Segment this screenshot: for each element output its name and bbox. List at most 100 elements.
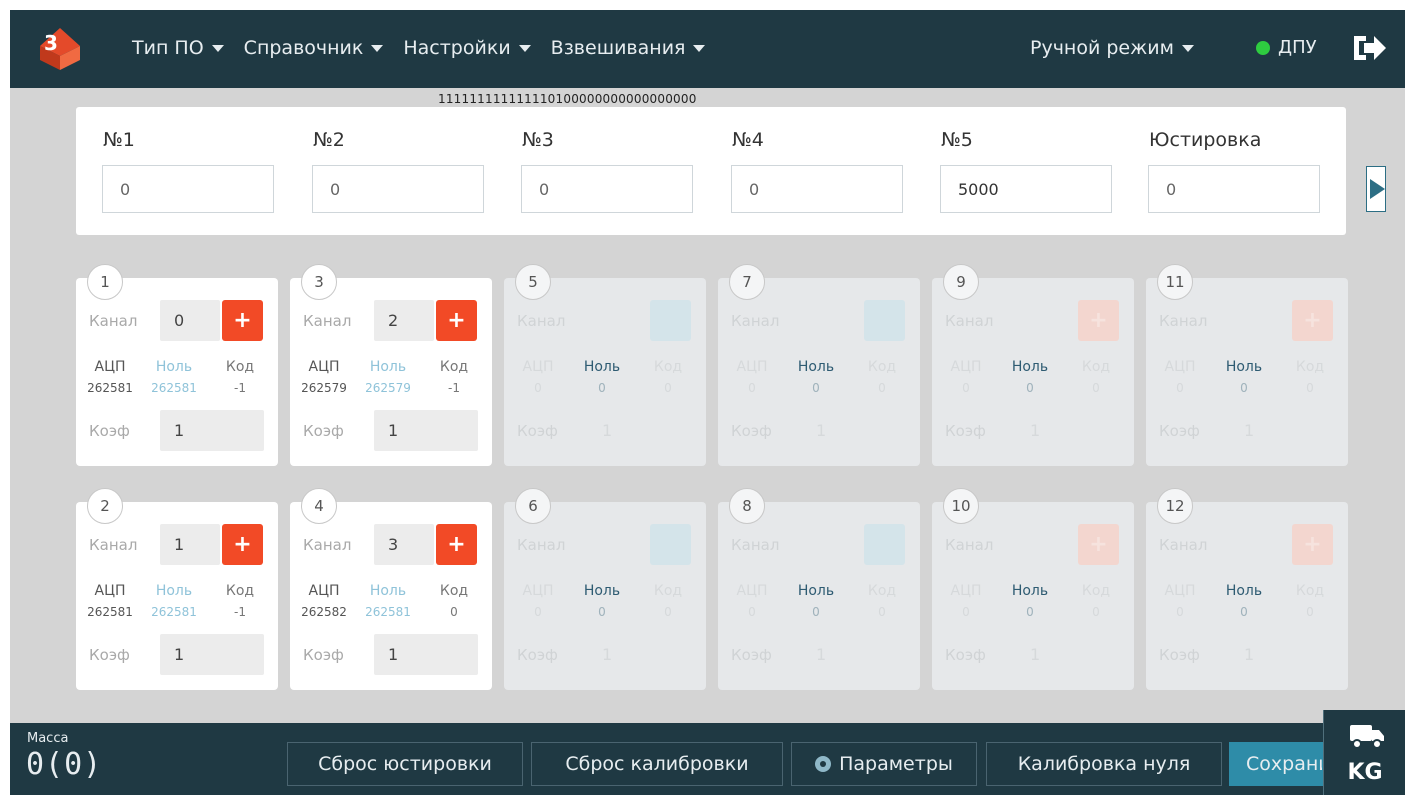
adc-label: АЦП [94, 359, 126, 375]
code-label: Код [867, 359, 897, 375]
adc-value: 0 [1176, 381, 1184, 395]
channel-label: Канал [1159, 536, 1208, 554]
coef-field: 1 [1030, 645, 1041, 664]
adjust-input-1[interactable] [103, 166, 320, 212]
play-icon [1370, 179, 1385, 199]
zero-value: 0 [1026, 381, 1034, 395]
channel-label: Канал [517, 536, 566, 554]
adc-label: АЦП [1164, 359, 1196, 375]
add-channel-button[interactable]: + [1292, 524, 1333, 565]
remove-channel-button[interactable]: – [650, 300, 691, 341]
channel-field[interactable]: 2 [374, 300, 434, 341]
parameters-button[interactable]: Параметры [791, 742, 977, 786]
sensor-card-1: 1 Канал 0 + АЦП 262581 Ноль 262581 Код -1 К… [76, 264, 278, 466]
adjust-label: №5 [941, 129, 973, 151]
code-stat: Код 0 [424, 583, 484, 619]
channel-label: Канал [303, 312, 352, 330]
coef-field: 1 [816, 645, 827, 664]
zero-label: Ноль [369, 583, 407, 599]
channel-field[interactable]: 0 [160, 300, 220, 341]
mass-label: Масса [27, 731, 69, 746]
unit-panel[interactable]: KG [1323, 710, 1405, 795]
code-stat: Код 0 [1280, 359, 1340, 395]
nav-settings[interactable]: Настройки [403, 37, 531, 59]
adc-label: АЦП [94, 583, 126, 599]
adjust-input-3[interactable] [522, 166, 739, 212]
reset-adjustment-button[interactable]: Сброс юстировки [287, 742, 523, 786]
coef-field: 1 [1244, 421, 1255, 440]
nav-software-type[interactable]: Тип ПО [132, 37, 224, 59]
coef-field[interactable]: 1 [160, 410, 264, 451]
adjust-input-2[interactable] [313, 166, 530, 212]
remove-channel-button[interactable]: – [650, 524, 691, 565]
coef-field[interactable]: 1 [374, 410, 478, 451]
channel-field [588, 300, 648, 341]
sensor-card-4: 4 Канал 3 + АЦП 262582 Ноль 262581 Код 0 Ко… [290, 488, 492, 690]
add-channel-button[interactable]: + [222, 300, 263, 341]
add-channel-button[interactable]: + [436, 524, 477, 565]
sensor-number-badge: 5 [515, 264, 551, 300]
adc-label: АЦП [950, 359, 982, 375]
logout-icon[interactable] [1350, 30, 1388, 66]
code-stat: Код 0 [638, 583, 698, 619]
code-value: 0 [1306, 605, 1314, 619]
adjust-field [102, 165, 340, 213]
adc-value: 0 [748, 381, 756, 395]
zero-value: 262579 [365, 381, 411, 395]
sensor-card-8: 8 Канал – АЦП 0 Ноль 0 Код 0 Коэф 1 [718, 488, 920, 690]
coef-label: Коэф [89, 422, 130, 440]
zero-calibration-button[interactable]: Калибровка нуля [986, 742, 1222, 786]
nav-weighings-label: Взвешивания [550, 37, 686, 59]
add-channel-button[interactable]: + [1078, 300, 1119, 341]
adc-label: АЦП [736, 583, 768, 599]
coef-label: Коэф [517, 422, 558, 440]
adjust-input-5[interactable] [941, 166, 1158, 212]
add-channel-button[interactable]: + [436, 300, 477, 341]
reset-calibration-button[interactable]: Сброс калибровки [531, 742, 783, 786]
adjust-input-calibration[interactable] [1149, 166, 1366, 212]
footer-bar: Масса 0(0) Сброс юстировки Сброс калибро… [10, 723, 1405, 795]
channel-field[interactable]: 1 [160, 524, 220, 565]
adjust-label: №3 [522, 129, 554, 151]
adc-stat: АЦП 0 [1150, 359, 1210, 395]
channel-field [1230, 300, 1290, 341]
coef-field[interactable]: 1 [374, 634, 478, 675]
adjust-field [940, 165, 1178, 213]
add-channel-button[interactable]: + [1078, 524, 1119, 565]
coef-field[interactable]: 1 [160, 634, 264, 675]
code-value: 0 [878, 605, 886, 619]
add-channel-button[interactable]: + [222, 524, 263, 565]
zero-stat: Ноль 0 [1214, 583, 1274, 619]
sensor-number-badge: 10 [943, 488, 979, 524]
code-stat: Код 0 [852, 583, 912, 619]
zero-label: Ноль [1011, 583, 1049, 599]
svg-text:3: 3 [44, 31, 58, 55]
adjust-field [521, 165, 759, 213]
sensor-card-11: 11 Канал + АЦП 0 Ноль 0 Код 0 Коэф 1 [1146, 264, 1348, 466]
sensor-card-7: 7 Канал – АЦП 0 Ноль 0 Код 0 Коэф 1 [718, 264, 920, 466]
coef-label: Коэф [303, 646, 344, 664]
channel-field [802, 300, 862, 341]
nav-weighings[interactable]: Взвешивания [551, 37, 706, 59]
remove-channel-button[interactable]: – [864, 300, 905, 341]
coef-label: Коэф [945, 646, 986, 664]
caret-down-icon [518, 44, 531, 52]
adjust-group-1: №1 [76, 129, 340, 213]
zero-label: Ноль [797, 583, 835, 599]
zero-stat: Ноль 0 [1000, 583, 1060, 619]
channel-field[interactable]: 3 [374, 524, 434, 565]
zero-value: 262581 [151, 605, 197, 619]
code-stat: Код -1 [210, 359, 270, 395]
adjust-input-4[interactable] [732, 166, 949, 212]
remove-channel-button[interactable]: – [864, 524, 905, 565]
zero-stat: Ноль 262579 [358, 359, 418, 395]
mode-dropdown[interactable]: Ручной режим [1030, 37, 1194, 59]
apply-button[interactable] [1366, 166, 1386, 212]
zero-value: 0 [1240, 381, 1248, 395]
add-channel-button[interactable]: + [1292, 300, 1333, 341]
save-button[interactable]: Сохранить [1229, 742, 1323, 786]
adc-stat: АЦП 0 [936, 583, 996, 619]
coef-field: 1 [816, 421, 827, 440]
nav-reference[interactable]: Справочник [244, 37, 384, 59]
coef-label: Коэф [1159, 646, 1200, 664]
